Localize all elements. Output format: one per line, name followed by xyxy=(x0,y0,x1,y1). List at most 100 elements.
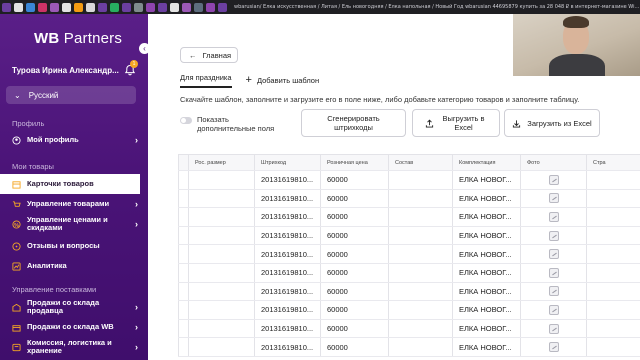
table-row[interactable]: 20131619810... 60000 ЕЛКА НОВОГ... xyxy=(178,264,640,283)
table-cell[interactable]: 60000 xyxy=(320,301,388,319)
image-placeholder-icon[interactable] xyxy=(549,286,559,297)
table-row[interactable]: 20131619810... 60000 ЕЛКА НОВОГ... xyxy=(178,338,640,357)
table-cell[interactable] xyxy=(586,245,640,263)
user-name[interactable]: Турова Ирина Александр... xyxy=(12,66,119,75)
image-placeholder-icon[interactable] xyxy=(549,249,559,260)
tab-favicon-icon[interactable] xyxy=(74,2,83,12)
sidebar-item-seller-warehouse[interactable]: Продажи со склада продавца › xyxy=(0,297,148,317)
table-cell[interactable] xyxy=(520,264,586,282)
table-cell[interactable]: ЕЛКА НОВОГ... xyxy=(452,245,520,263)
table-cell[interactable]: 60000 xyxy=(320,226,388,245)
table-header-cell[interactable]: Стра xyxy=(586,155,640,170)
image-placeholder-icon[interactable] xyxy=(549,230,559,241)
tab-favicon-icon[interactable] xyxy=(182,2,191,12)
table-cell[interactable]: 60000 xyxy=(320,208,388,226)
table-cell[interactable] xyxy=(586,189,640,208)
table-cell[interactable]: 20131619810... xyxy=(254,264,320,282)
table-cell[interactable] xyxy=(188,226,254,245)
table-cell[interactable]: 60000 xyxy=(320,319,388,338)
table-cell[interactable] xyxy=(520,301,586,319)
table-cell[interactable] xyxy=(586,301,640,319)
table-header-cell[interactable]: Состав xyxy=(388,155,452,170)
tab-favicon-icon[interactable] xyxy=(218,2,227,12)
table-row[interactable]: 20131619810... 60000 ЕЛКА НОВОГ... xyxy=(178,208,640,227)
tab-favicon-icon[interactable] xyxy=(38,2,47,12)
table-header-cell[interactable]: Рос. размер xyxy=(188,155,254,170)
table-cell[interactable]: ЕЛКА НОВОГ... xyxy=(452,319,520,338)
table-cell[interactable] xyxy=(188,301,254,319)
table-cell[interactable] xyxy=(586,319,640,338)
extra-fields-toggle[interactable]: Показать дополнительные поля xyxy=(180,115,287,133)
image-placeholder-icon[interactable] xyxy=(549,267,559,278)
table-cell[interactable] xyxy=(586,171,640,189)
image-placeholder-icon[interactable] xyxy=(549,174,559,185)
table-row[interactable]: 20131619810... 60000 ЕЛКА НОВОГ... xyxy=(178,282,640,302)
sidebar-item-reviews[interactable]: Отзывы и вопросы xyxy=(0,236,148,256)
table-cell[interactable] xyxy=(586,282,640,301)
import-excel-button[interactable]: Загрузить из Excel xyxy=(504,109,600,137)
tab-favicon-icon[interactable] xyxy=(158,2,167,12)
table-cell[interactable] xyxy=(520,171,586,189)
table-cell[interactable]: ЕЛКА НОВОГ... xyxy=(452,171,520,189)
table-row[interactable]: 20131619810... 60000 ЕЛКА НОВОГ... xyxy=(178,171,640,190)
table-cell[interactable] xyxy=(388,171,452,189)
tab-favicon-icon[interactable] xyxy=(134,2,143,12)
table-cell[interactable] xyxy=(388,282,452,301)
tab-favicon-icon[interactable] xyxy=(62,2,71,12)
table-cell[interactable]: 60000 xyxy=(320,245,388,263)
sidebar-item-analytics[interactable]: Аналитика xyxy=(0,256,148,276)
tab-favicon-icon[interactable] xyxy=(50,2,59,12)
logo[interactable]: WB Partners xyxy=(34,30,122,47)
table-cell[interactable]: 20131619810... xyxy=(254,338,320,356)
table-cell[interactable] xyxy=(188,264,254,282)
back-home-button[interactable]: ← Главная xyxy=(180,47,238,63)
table-cell[interactable] xyxy=(188,208,254,226)
add-template-button[interactable]: + Добавить шаблон xyxy=(246,74,320,86)
image-placeholder-icon[interactable] xyxy=(549,193,559,204)
language-select[interactable]: ⌄ Русский xyxy=(6,86,136,104)
table-cell[interactable] xyxy=(520,338,586,356)
tab-favicon-icon[interactable] xyxy=(98,2,107,12)
toggle-switch[interactable] xyxy=(180,117,192,124)
tab-favicon-icon[interactable] xyxy=(86,2,95,12)
generate-barcodes-button[interactable]: Сгенерировать штрихкоды xyxy=(301,109,406,137)
table-row[interactable]: 20131619810... 60000 ЕЛКА НОВОГ... xyxy=(178,301,640,320)
sidebar-item-commission[interactable]: Комиссия, логистика и хранение › xyxy=(0,336,148,358)
table-cell[interactable]: ЕЛКА НОВОГ... xyxy=(452,301,520,319)
table-row[interactable]: 20131619810... 60000 ЕЛКА НОВОГ... xyxy=(178,226,640,246)
table-cell[interactable] xyxy=(520,245,586,263)
table-header-cell[interactable]: Фото xyxy=(520,155,586,170)
table-cell[interactable] xyxy=(388,338,452,356)
tab-favicon-icon[interactable] xyxy=(122,2,131,12)
table-cell[interactable]: 60000 xyxy=(320,264,388,282)
table-header-cell[interactable]: Комплектация xyxy=(452,155,520,170)
table-cell[interactable]: ЕЛКА НОВОГ... xyxy=(452,282,520,301)
image-placeholder-icon[interactable] xyxy=(549,211,559,222)
sidebar-item-product-cards[interactable]: Карточки товаров xyxy=(0,174,140,194)
table-row[interactable]: 20131619810... 60000 ЕЛКА НОВОГ... xyxy=(178,189,640,209)
table-header-cell[interactable]: Розничная цена xyxy=(320,155,388,170)
table-row[interactable]: 20131619810... 60000 ЕЛКА НОВОГ... xyxy=(178,319,640,339)
image-placeholder-icon[interactable] xyxy=(549,342,559,353)
table-cell[interactable]: ЕЛКА НОВОГ... xyxy=(452,226,520,245)
table-cell[interactable] xyxy=(388,264,452,282)
tab-favicon-icon[interactable] xyxy=(206,2,215,12)
image-placeholder-icon[interactable] xyxy=(549,304,559,315)
table-cell[interactable] xyxy=(586,208,640,226)
table-cell[interactable] xyxy=(188,319,254,338)
table-cell[interactable] xyxy=(188,171,254,189)
table-cell[interactable] xyxy=(388,301,452,319)
table-cell[interactable]: 20131619810... xyxy=(254,245,320,263)
tab-favicon-icon[interactable] xyxy=(146,2,155,12)
active-tab-title[interactable]: wbarusian/ Елка искусственная / Литая / … xyxy=(234,4,639,10)
sidebar-item-wb-warehouse[interactable]: Продажи со склада WB › xyxy=(0,317,148,337)
table-cell[interactable] xyxy=(520,282,586,301)
table-cell[interactable]: 20131619810... xyxy=(254,189,320,208)
table-cell[interactable]: 20131619810... xyxy=(254,319,320,338)
tab-favicon-icon[interactable] xyxy=(110,2,119,12)
table-cell[interactable]: 20131619810... xyxy=(254,301,320,319)
tab-favicon-icon[interactable] xyxy=(170,2,179,12)
sidebar-item-my-profile[interactable]: Мой профиль › xyxy=(0,130,148,150)
table-cell[interactable] xyxy=(586,338,640,356)
table-cell[interactable]: 20131619810... xyxy=(254,282,320,301)
